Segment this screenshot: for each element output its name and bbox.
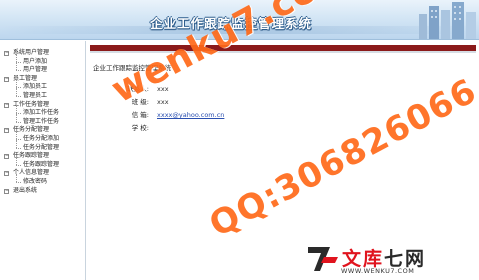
info-value: xxx [157,98,169,106]
nav-label: 管理工作任务 [23,117,60,125]
nav-label: 任务跟踪管理 [13,152,50,160]
nav-group[interactable]: − 退出系统 [3,187,85,196]
app-title: 企业工作跟踪监控管理系统 [150,16,313,31]
content-header-bar [90,45,476,53]
contact-info: 联系人: xxx 班 级: xxx 信 箱: xxxx@yahoo.com.cn 学 校: [117,83,224,135]
info-value: xxx [157,85,169,93]
expand-toggle-icon[interactable]: − [4,51,9,56]
email-link[interactable]: xxxx@yahoo.com.cn [157,109,224,122]
expand-toggle-icon[interactable]: − [4,76,9,82]
info-row: 信 箱: xxxx@yahoo.com.cn [117,109,225,122]
expand-toggle-icon[interactable]: − [4,188,9,194]
nav-label: 任务分配添加 [23,134,60,142]
info-label: 学 校: [131,124,149,132]
skyline-graphic [419,2,476,39]
nav-item[interactable]: 修改密码 [3,174,85,187]
nav-tree: − 系统用户管理 用户添加 用户管理 − 员工管理 添加员工 管理员工 − 工作任务管理 添加工作任… [3,49,85,195]
brand-mark-icon [308,247,338,271]
nav-label: 退出系统 [13,186,38,194]
expand-toggle-icon[interactable]: − [4,128,9,134]
nav-label: 修改密码 [23,177,48,185]
nav-label: 管理员工 [23,91,48,99]
nav-item[interactable]: 用户管理 [3,62,85,75]
info-label: 信 箱: [131,111,149,119]
nav-label: 任务分配管理 [13,126,50,134]
nav-item[interactable]: 任务分配管理 [3,139,85,153]
info-label: 联系人: [127,85,149,93]
tree-connector [16,95,21,97]
nav-label: 用户管理 [23,66,48,74]
tree-connector [16,121,21,123]
expand-toggle-icon[interactable]: − [4,154,9,160]
header-banner: 企业工作跟踪监控管理系统 [0,0,479,40]
nav-label: 个人信息管理 [13,169,50,177]
nav-label: 用户添加 [23,57,48,65]
expand-toggle-icon[interactable]: − [4,171,9,177]
info-label: 班 级: [131,98,149,106]
info-row: 联系人: xxx [117,83,224,96]
info-row: 班 级: xxx [117,96,224,109]
nav-label: 添加员工 [23,83,48,91]
brand-url: WWW.WENKU7.COM [341,267,415,275]
tree-connector [16,70,21,72]
system-name-label: 企业工作跟踪监控管理系统 [93,64,171,72]
tree-connector [16,164,21,166]
nav-label: 系统用户管理 [13,49,50,56]
tree-connector [16,181,21,183]
sidebar-nav: − 系统用户管理 用户添加 用户管理 − 员工管理 添加员工 管理员工 − 工作任务管理 添加工作任… [0,41,86,280]
nav-label: 工作任务管理 [13,100,50,108]
brand-logo: 文库七网 WWW.WENKU7.COM [296,243,479,280]
info-row: 学 校: [117,122,224,135]
nav-label: 添加工作任务 [23,109,60,117]
nav-item[interactable]: 管理员工 [3,88,85,101]
tree-connector [16,147,21,149]
expand-toggle-icon[interactable]: − [4,102,9,108]
nav-label: 任务分配管理 [23,143,60,151]
nav-label: 任务跟踪管理 [23,160,60,168]
